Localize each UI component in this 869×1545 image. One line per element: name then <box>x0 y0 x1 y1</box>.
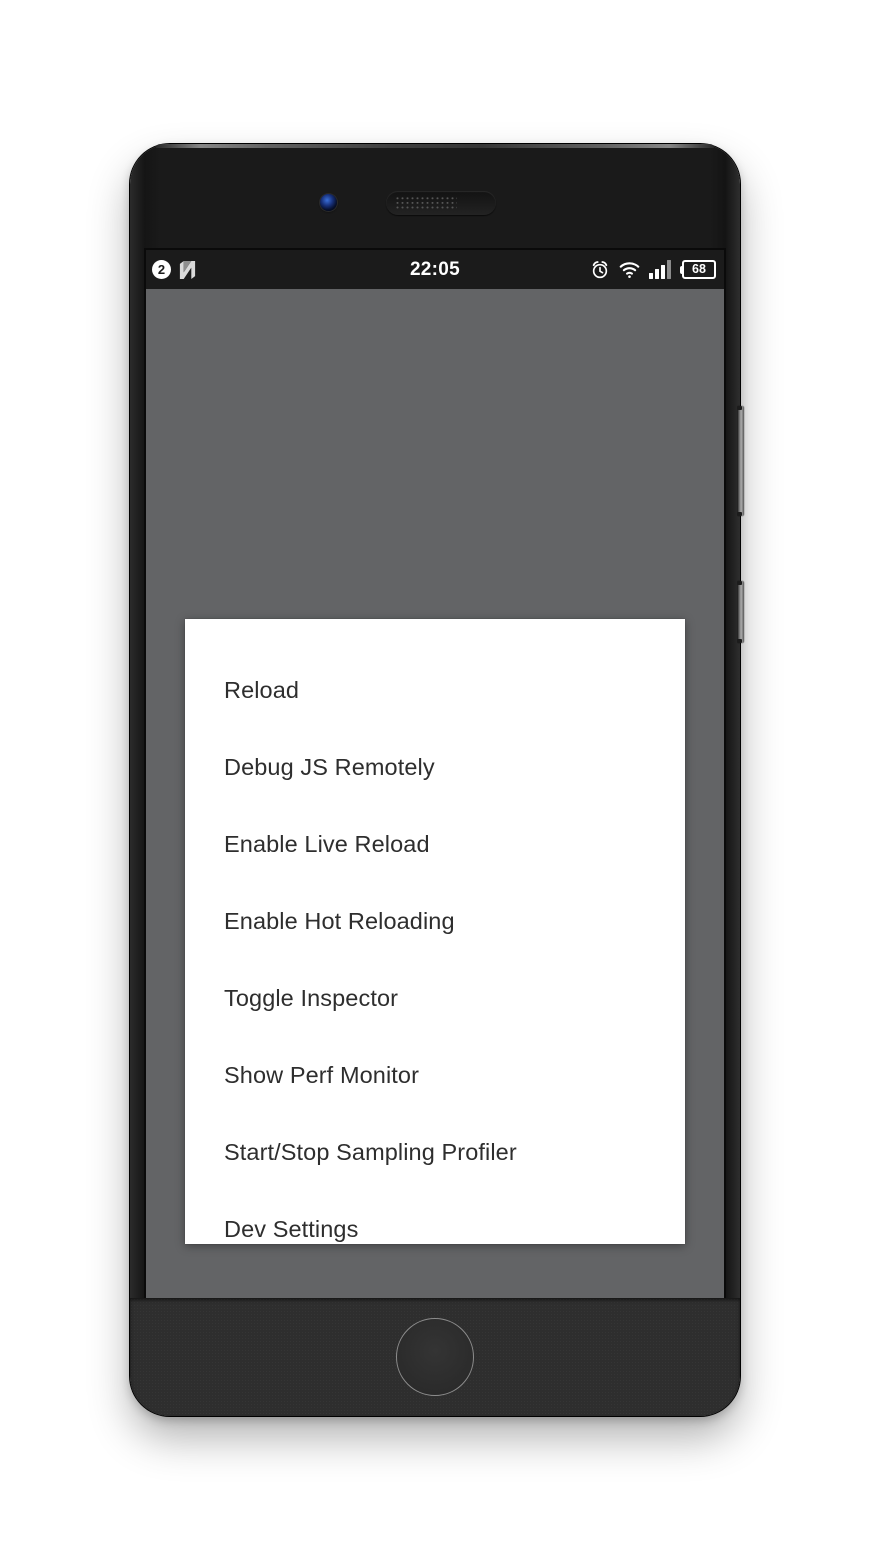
menu-item-enable-live-reload[interactable]: Enable Live Reload <box>185 806 685 883</box>
menu-item-show-perf-monitor[interactable]: Show Perf Monitor <box>185 1037 685 1114</box>
battery-level-label: 68 <box>682 260 716 279</box>
menu-item-toggle-inspector[interactable]: Toggle Inspector <box>185 960 685 1037</box>
signal-bars-icon <box>649 260 671 279</box>
power-button[interactable] <box>737 581 744 643</box>
notification-count-badge: 2 <box>152 260 171 279</box>
speaker-grille <box>395 196 457 210</box>
battery-icon: 68 <box>680 260 716 279</box>
alarm-clock-icon <box>590 260 610 280</box>
volume-button[interactable] <box>737 406 744 516</box>
earpiece-speaker-icon <box>386 191 496 215</box>
device-top-rim <box>156 144 714 148</box>
front-camera-icon <box>320 194 337 211</box>
menu-item-label: Enable Live Reload <box>224 831 430 857</box>
status-bar-right: 68 <box>590 260 716 280</box>
menu-item-dev-settings[interactable]: Dev Settings <box>185 1191 685 1268</box>
status-bar: 2 22:05 68 <box>146 250 724 289</box>
menu-item-label: Debug JS Remotely <box>224 754 435 780</box>
status-bar-left: 2 <box>152 260 197 280</box>
menu-item-debug-js-remotely[interactable]: Debug JS Remotely <box>185 729 685 806</box>
phone-device-frame: 2 22:05 68 Reload Debug JS Remotely Enab… <box>130 144 744 1416</box>
menu-item-enable-hot-reloading[interactable]: Enable Hot Reloading <box>185 883 685 960</box>
app-logo-icon <box>178 260 197 280</box>
dev-menu-dialog: Reload Debug JS Remotely Enable Live Rel… <box>185 619 685 1244</box>
menu-item-reload[interactable]: Reload <box>185 652 685 729</box>
menu-item-label: Start/Stop Sampling Profiler <box>224 1139 517 1165</box>
home-button[interactable] <box>396 1318 474 1396</box>
phone-screen: 2 22:05 68 Reload Debug JS Remotely Enab… <box>146 250 724 1390</box>
menu-item-label: Reload <box>224 677 300 703</box>
menu-item-label: Show Perf Monitor <box>224 1062 420 1088</box>
menu-item-label: Dev Settings <box>224 1216 359 1242</box>
menu-item-label: Enable Hot Reloading <box>224 908 455 934</box>
dev-menu-list: Reload Debug JS Remotely Enable Live Rel… <box>185 619 685 1268</box>
bottom-bezel <box>130 1298 740 1416</box>
menu-item-label: Toggle Inspector <box>224 985 399 1011</box>
wifi-icon <box>619 260 640 280</box>
menu-item-start-stop-sampling-profiler[interactable]: Start/Stop Sampling Profiler <box>185 1114 685 1191</box>
